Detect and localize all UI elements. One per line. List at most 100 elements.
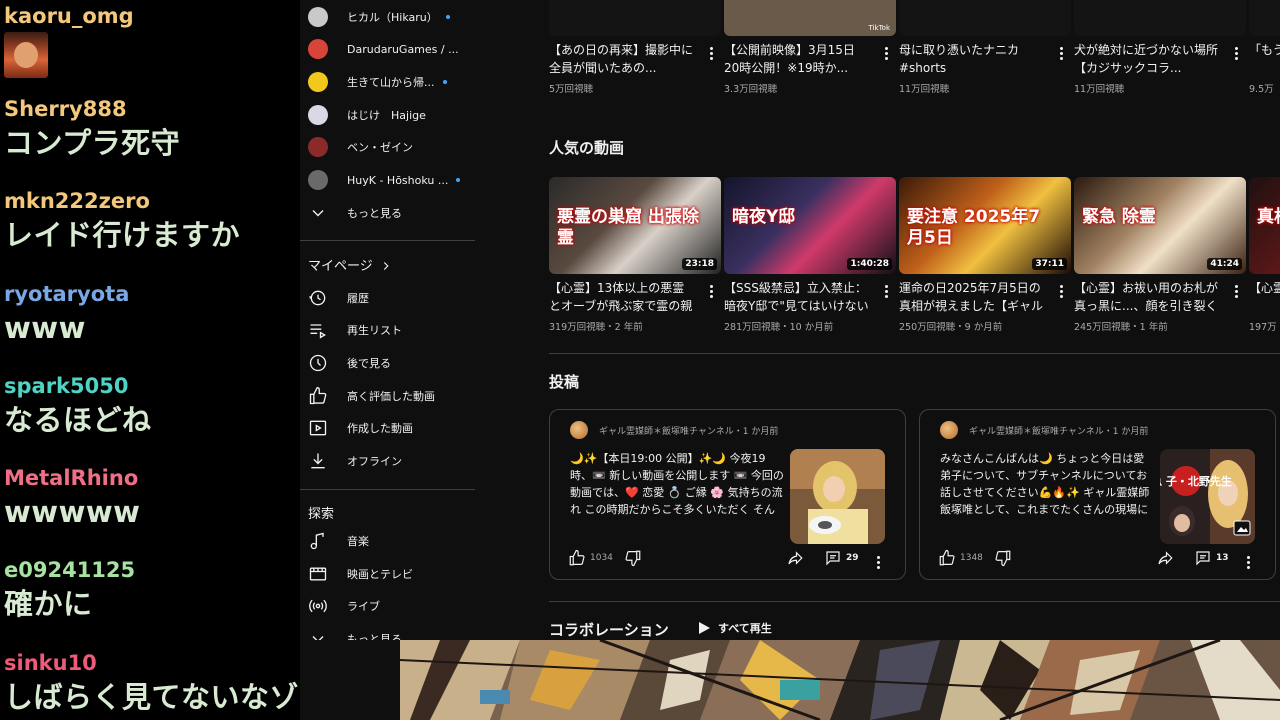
thumbnail-text: 悪霊の巣窟 出張除霊	[557, 207, 699, 248]
more-vert-icon[interactable]	[703, 281, 719, 301]
sidebar-item[interactable]: 高く評価した動画	[300, 380, 485, 412]
chat-username[interactable]: mkn222zero	[4, 189, 300, 213]
sidebar-subscription[interactable]: 生きて山から帰...	[300, 66, 485, 98]
chat-username[interactable]: MetalRhino	[4, 466, 300, 490]
sidebar-subscription[interactable]: ベン・ゼイン	[300, 131, 485, 163]
post-card[interactable]: ギャル霊媒師＊飯塚唯チャンネル・1 か月前 みなさんこんばんは🌙 ちょっと今日は…	[919, 409, 1276, 580]
video-title[interactable]: 【SSS級禁忌】立入禁止：暗夜Y邸で"見てはいけないも...	[724, 279, 869, 315]
video-meta: 11万回視聴	[899, 84, 950, 95]
video-card[interactable]: TikTok 【公開前映像】3月15日20時公開！※19時か... 3.3万回視聴	[724, 0, 896, 95]
video-card[interactable]: 「もう...めた件 9.5万	[1249, 0, 1280, 95]
video-title[interactable]: 【心霊...視しま...	[1249, 279, 1280, 315]
your-videos-icon	[308, 418, 328, 438]
video-card[interactable]: 犬が絶対に近づかない場所【カジサックコラ... 11万回視聴	[1074, 0, 1246, 95]
comments-button[interactable]: 13	[1194, 549, 1229, 567]
sidebar-item[interactable]: 再生リスト	[300, 314, 485, 346]
more-vert-icon[interactable]	[703, 43, 719, 63]
video-title[interactable]: 犬が絶対に近づかない場所【カジサックコラ...	[1074, 41, 1219, 77]
sidebar-subscription[interactable]: DarudaruGames / ...	[300, 33, 485, 65]
post-author[interactable]: ギャル霊媒師＊飯塚唯チャンネル・1 か月前	[599, 424, 778, 437]
sidebar-item[interactable]: ライブ	[300, 590, 485, 622]
channel-avatar	[308, 170, 328, 190]
dislike-button[interactable]	[994, 549, 1012, 567]
sidebar-mypage-link[interactable]: マイページ	[308, 255, 393, 274]
play-all-button[interactable]: すべて再生	[696, 620, 772, 636]
video-card[interactable]: 緊急 除霊 41:24 【心霊】お祓い用のお札が真っ黒に...、顔を引き裂く女...…	[1074, 177, 1246, 333]
video-title[interactable]: 「もう...めた件	[1249, 41, 1280, 77]
video-thumbnail[interactable]	[1249, 0, 1280, 36]
sidebar-item[interactable]: 音楽	[300, 525, 485, 557]
video-title[interactable]: 運命の日2025年7月5日の真相が視えました【ギャル霊...	[899, 279, 1044, 315]
sidebar-item[interactable]: もっと見る	[300, 623, 485, 640]
sidebar-item[interactable]: 作成した動画	[300, 412, 485, 444]
sidebar-subscription[interactable]: ヒカル（Hikaru）	[300, 1, 485, 33]
video-thumbnail[interactable]	[1074, 0, 1246, 36]
post-menu-button[interactable]	[870, 552, 886, 572]
chat-username[interactable]: spark5050	[4, 374, 300, 398]
video-card[interactable]: 悪霊の巣窟 出張除霊 23:18 【心霊】13体以上の悪霊とオーブが飛ぶ家で霊の親玉…	[549, 177, 721, 333]
video-title[interactable]: 【公開前映像】3月15日20時公開！※19時か...	[724, 41, 869, 77]
chat-username[interactable]: ryotaryota	[4, 282, 300, 306]
video-thumbnail[interactable]: 暗夜Y邸 1:40:28	[724, 177, 896, 274]
sidebar-subscription[interactable]: HuyK - Hōshoku ...	[300, 164, 485, 196]
channel-avatar[interactable]	[940, 421, 958, 439]
video-card[interactable]: 母に取り憑いたナニカ #shorts 11万回視聴	[899, 0, 1071, 95]
channel-avatar[interactable]	[570, 421, 588, 439]
video-thumbnail[interactable]	[549, 0, 721, 36]
share-button[interactable]	[786, 549, 804, 567]
more-vert-icon[interactable]	[1053, 281, 1069, 301]
more-vert-icon[interactable]	[878, 281, 894, 301]
comment-icon	[826, 551, 840, 566]
movie-icon	[308, 564, 328, 584]
video-thumbnail[interactable]	[899, 0, 1071, 36]
dislike-button[interactable]	[624, 549, 642, 567]
video-thumbnail[interactable]: 真相	[1249, 177, 1280, 274]
video-thumbnail[interactable]: 緊急 除霊 41:24	[1074, 177, 1246, 274]
video-duration: 1:40:28	[847, 258, 892, 270]
video-thumbnail[interactable]: TikTok	[724, 0, 896, 36]
thumb-down-icon	[995, 550, 1011, 567]
section-title-popular: 人気の動画	[549, 139, 625, 157]
comments-button[interactable]: 29	[824, 549, 859, 567]
video-card[interactable]: 暗夜Y邸 1:40:28 【SSS級禁忌】立入禁止：暗夜Y邸で"見てはいけないも..…	[724, 177, 896, 333]
post-image[interactable]	[790, 449, 885, 544]
sidebar-subscription[interactable]: はじけ Hajige	[300, 99, 485, 131]
video-card[interactable]: 真相【心霊...視しま... 197万	[1249, 177, 1280, 333]
like-button[interactable]: 1348	[938, 549, 983, 567]
post-image[interactable]: 緊急 子・北野先生	[1160, 449, 1255, 544]
more-vert-icon	[1240, 552, 1256, 572]
video-thumbnail[interactable]: 要注意 2025年7月5日 37:11	[899, 177, 1071, 274]
video-thumbnail[interactable]: 悪霊の巣窟 出張除霊 23:18	[549, 177, 721, 274]
post-menu-button[interactable]	[1240, 552, 1256, 572]
video-meta: 9.5万	[1249, 84, 1274, 95]
chat-username[interactable]: sinku10	[4, 651, 300, 675]
sidebar-item[interactable]: オフライン	[300, 445, 485, 477]
sidebar-item[interactable]: 映画とテレビ	[300, 558, 485, 590]
post-card[interactable]: ギャル霊媒師＊飯塚唯チャンネル・1 か月前 🌙✨【本日19:00 公開】✨🌙 今…	[549, 409, 906, 580]
section-title-collab: コラボレーション	[549, 621, 669, 639]
post-actions: 1348 13	[938, 549, 1258, 569]
post-author[interactable]: ギャル霊媒師＊飯塚唯チャンネル・1 か月前	[969, 424, 1148, 437]
video-title[interactable]: 母に取り憑いたナニカ #shorts	[899, 41, 1044, 77]
share-button[interactable]	[1156, 549, 1174, 567]
thumbnail-watermark: TikTok	[868, 24, 890, 32]
video-meta: 250万回視聴・9 か月前	[899, 322, 1003, 333]
more-vert-icon[interactable]	[1228, 281, 1244, 301]
like-button[interactable]: 1034	[568, 549, 613, 567]
more-vert-icon[interactable]	[1228, 43, 1244, 63]
sidebar-item[interactable]: 後で見る	[300, 347, 485, 379]
sidebar-show-more[interactable]: もっと見る	[300, 197, 485, 229]
chat-username[interactable]: kaoru_omg	[4, 4, 300, 28]
video-title[interactable]: 【心霊】13体以上の悪霊とオーブが飛ぶ家で霊の親玉に...	[549, 279, 694, 315]
chat-username[interactable]: e09241125	[4, 558, 300, 582]
video-card[interactable]: 要注意 2025年7月5日 37:11 運命の日2025年7月5日の真相が視えました…	[899, 177, 1071, 333]
more-vert-icon[interactable]	[878, 43, 894, 63]
video-title[interactable]: 【あの日の再来】撮影中に全員が聞いたあの...	[549, 41, 694, 77]
post-actions: 1034 29	[568, 549, 888, 569]
chat-username[interactable]: Sherry888	[4, 97, 300, 121]
music-icon	[308, 531, 328, 551]
video-title[interactable]: 【心霊】お祓い用のお札が真っ黒に...、顔を引き裂く女...	[1074, 279, 1219, 315]
video-card[interactable]: 【あの日の再来】撮影中に全員が聞いたあの... 5万回視聴	[549, 0, 721, 95]
sidebar-item[interactable]: 履歴	[300, 282, 485, 314]
more-vert-icon[interactable]	[1053, 43, 1069, 63]
